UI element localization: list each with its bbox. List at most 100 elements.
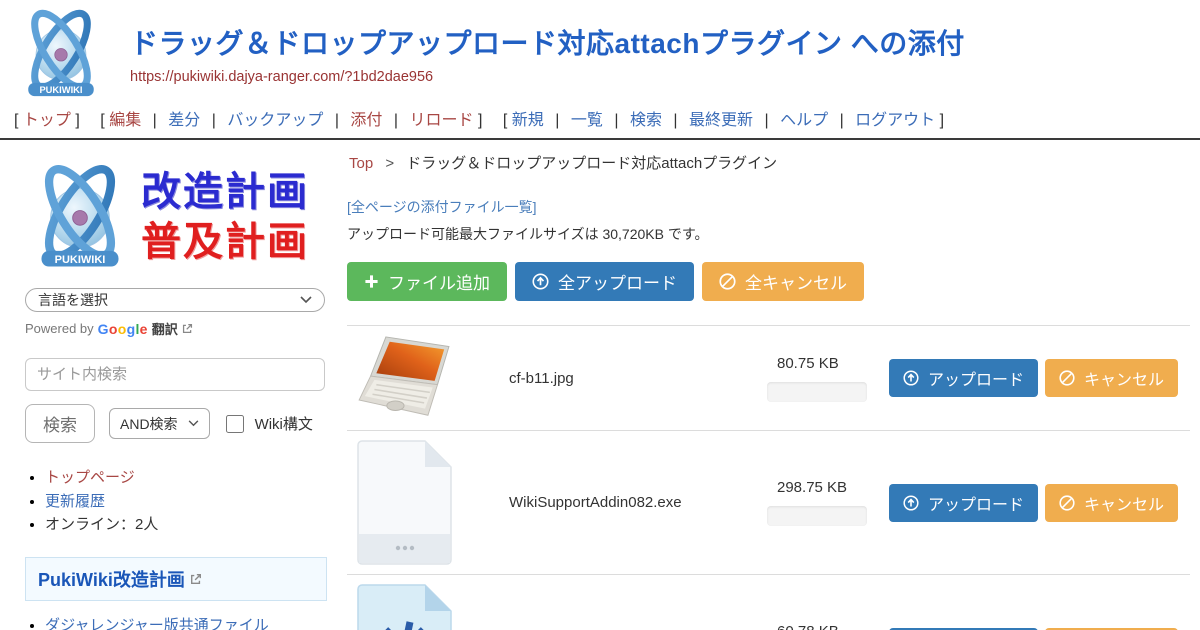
language-select-value: 言語を選択 (38, 290, 108, 310)
pukiwiki-atom-logo: PUKIWIKI (14, 8, 108, 100)
file-size: 60.78 KB (777, 623, 839, 630)
all-attachments-link[interactable]: [全ページの添付ファイル一覧] (347, 197, 537, 217)
cancel-button[interactable]: キャンセル (1045, 484, 1178, 522)
search-mode-select[interactable]: AND検索 (109, 408, 210, 439)
list-item: 更新履歴 (45, 491, 327, 514)
chevron-down-icon (300, 296, 312, 304)
bracket: [ (100, 112, 104, 129)
search-mode-value: AND検索 (120, 414, 178, 434)
breadcrumb: Top > ドラッグ＆ドロップアップロード対応attachプラグイン (347, 152, 1190, 173)
nav-item-edit[interactable]: 編集 (109, 112, 141, 129)
slogan-kaizou: 改造計画 (141, 167, 309, 217)
sidebar-item-recent-changes[interactable]: 更新履歴 (45, 493, 105, 510)
main-content: Top > ドラッグ＆ドロップアップロード対応attachプラグイン [全ページ… (345, 140, 1200, 630)
upload-all-button[interactable]: 全アップロード (515, 262, 694, 301)
page-title: ドラッグ＆ドロップアップロード対応attachプラグイン への添付 (130, 22, 965, 62)
nav-item-reload[interactable]: リロード (410, 112, 474, 129)
nav-group-top: [ トップ ] (14, 112, 84, 129)
separator: | (555, 112, 559, 129)
nav-item-attach[interactable]: 添付 (350, 112, 382, 129)
file-name: cf-b11.jpg (509, 370, 767, 387)
powered-by-label: Powered by (25, 321, 94, 336)
cancel-button-label: キャンセル (1084, 491, 1164, 515)
bracket: ] (940, 112, 944, 129)
upload-button-label: アップロード (928, 491, 1024, 515)
nav-item-logout[interactable]: ログアウト (855, 112, 935, 129)
upload-file-list: cf-b11.jpg 80.75 KB アップロード (347, 325, 1190, 630)
breadcrumb-current: ドラッグ＆ドロップアップロード対応attachプラグイン (406, 155, 777, 172)
list-item: オンライン：2人 (45, 514, 327, 537)
code-file-icon (357, 584, 452, 630)
max-upload-size-text: アップロード可能最大ファイルサイズは 30,720KB です。 (347, 224, 1190, 244)
nav-item-diff[interactable]: 差分 (168, 112, 200, 129)
list-item: トップページ (45, 467, 327, 490)
nav-item-top[interactable]: トップ (23, 112, 71, 129)
generic-file-icon (357, 440, 452, 565)
separator: | (614, 112, 618, 129)
breadcrumb-home[interactable]: Top (349, 155, 373, 172)
breadcrumb-separator: > (385, 155, 394, 172)
cancel-icon (1059, 495, 1075, 511)
separator: | (764, 112, 768, 129)
nav-item-help[interactable]: ヘルプ (780, 112, 828, 129)
page-url-link[interactable]: https://pukiwiki.dajya-ranger.com/?1bd2d… (130, 69, 433, 85)
bracket: [ (14, 112, 18, 129)
cancel-button-label: キャンセル (1084, 366, 1164, 390)
cancel-all-label: 全キャンセル (745, 269, 847, 294)
sidebar-logo: PUKIWIKI 改造計画 普及計画 (25, 156, 327, 278)
file-row: WikiSupportAddin082.exe 298.75 KB アップロード (347, 430, 1190, 574)
separator: | (153, 112, 157, 129)
google-wordmark: Google (98, 321, 148, 337)
cancel-icon (719, 273, 736, 290)
upload-button-label: アップロード (928, 366, 1024, 390)
file-size: 298.75 KB (777, 479, 847, 496)
upload-button[interactable]: アップロード (889, 484, 1038, 522)
pukiwiki-attach-page: PUKIWIKI ドラッグ＆ドロップアップロード対応attachプラグイン への… (0, 0, 1200, 630)
upload-icon (532, 273, 549, 290)
external-link-icon (190, 573, 202, 585)
file-row: contents.html 60.78 KB アップロード (347, 574, 1190, 630)
separator: | (394, 112, 398, 129)
site-search-input[interactable] (25, 358, 325, 391)
upload-progress-bar (767, 506, 867, 526)
file-row: cf-b11.jpg 80.75 KB アップロード (347, 325, 1190, 430)
wiki-syntax-checkbox[interactable] (226, 415, 244, 433)
bracket: ] (75, 112, 79, 129)
translate-label: 翻訳 (152, 319, 178, 338)
online-count: オンライン：2人 (45, 516, 158, 533)
sidebar-item-toppage[interactable]: トップページ (45, 469, 135, 486)
nav-item-list[interactable]: 一覧 (571, 112, 603, 129)
add-files-label: ファイル追加 (388, 269, 490, 294)
sidebar-item-common-files[interactable]: ダジャレンジャー版共通ファイル (45, 617, 269, 630)
nav-group-page: [ 編集 | 差分 | バックアップ | 添付 | リロード ] (100, 112, 487, 129)
bracket: [ (503, 112, 507, 129)
separator: | (840, 112, 844, 129)
upload-icon (903, 495, 919, 511)
nav-item-new[interactable]: 新規 (512, 112, 544, 129)
nav-item-recent[interactable]: 最終更新 (689, 112, 753, 129)
language-select[interactable]: 言語を選択 (25, 288, 325, 312)
nav-item-search[interactable]: 検索 (630, 112, 662, 129)
upload-all-label: 全アップロード (558, 269, 677, 294)
slogan-fukyuu: 普及計画 (141, 217, 309, 267)
nav-item-backup[interactable]: バックアップ (227, 112, 323, 129)
chevron-down-icon (188, 420, 199, 427)
page-header: PUKIWIKI ドラッグ＆ドロップアップロード対応attachプラグイン への… (0, 0, 1200, 100)
section-title-label: PukiWiki改造計画 (38, 566, 185, 592)
upload-button[interactable]: アップロード (889, 359, 1038, 397)
separator: | (212, 112, 216, 129)
plus-icon (364, 274, 379, 289)
cancel-all-button[interactable]: 全キャンセル (702, 262, 864, 301)
upload-progress-bar (767, 382, 867, 402)
file-size: 80.75 KB (777, 355, 839, 372)
list-item: ダジャレンジャー版共通ファイル (45, 615, 327, 630)
separator: | (673, 112, 677, 129)
cancel-icon (1059, 370, 1075, 386)
search-controls: 検索 AND検索 Wiki構文 (25, 404, 327, 443)
pukiwiki-wordmark: PUKIWIKI (39, 85, 82, 95)
search-button[interactable]: 検索 (25, 404, 95, 443)
cancel-button[interactable]: キャンセル (1045, 359, 1178, 397)
add-files-button[interactable]: ファイル追加 (347, 262, 507, 301)
separator: | (335, 112, 339, 129)
sidebar-section-title[interactable]: PukiWiki改造計画 (25, 557, 327, 601)
